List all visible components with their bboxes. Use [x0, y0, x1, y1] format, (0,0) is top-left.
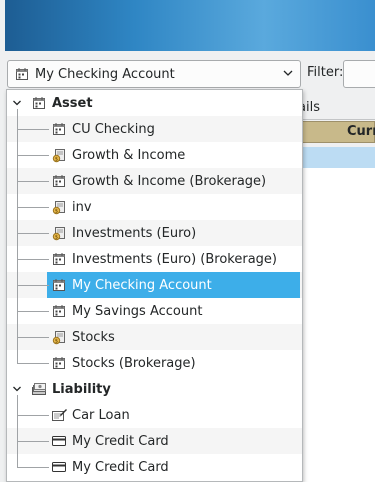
chevron-down-icon[interactable]	[12, 98, 22, 108]
svg-text:$: $	[55, 339, 58, 345]
tree-group-label: Liability	[52, 381, 111, 397]
tree-item[interactable]: My Checking Account	[7, 272, 302, 298]
tree-branch-line	[17, 129, 49, 130]
ledger-icon	[53, 253, 65, 265]
tree-item-label: Growth & Income (Brokerage)	[72, 173, 267, 189]
tree-item[interactable]: Stocks (Brokerage)	[7, 350, 302, 376]
tree-vertical-line	[17, 109, 18, 363]
tree-branch-line	[17, 415, 49, 416]
account-combobox-value: My Checking Account	[35, 66, 175, 82]
investment-icon: $	[52, 227, 65, 241]
tree-group-liability[interactable]: Liability	[7, 376, 302, 402]
chevron-down-icon[interactable]	[282, 67, 294, 79]
tree-item[interactable]: My Credit Card	[7, 428, 302, 454]
tree-item[interactable]: $ Growth & Income	[7, 142, 302, 168]
account-combobox[interactable]: My Checking Account	[7, 60, 301, 88]
tree-vertical-line	[17, 395, 18, 467]
tree-branch-line	[17, 285, 49, 286]
account-dropdown-popup: Asset CU Checking $ Growth & Income Growth &…	[6, 89, 303, 482]
filter-input[interactable]	[343, 60, 375, 88]
svg-text:$: $	[55, 209, 58, 215]
tree-item-label: Stocks	[72, 329, 115, 345]
svg-text:$: $	[55, 157, 58, 163]
tree-item-label: My Savings Account	[72, 303, 203, 319]
credit-card-icon	[52, 436, 66, 446]
ledger-icon	[53, 305, 65, 317]
tree-item[interactable]: $ Stocks	[7, 324, 302, 350]
tree-item-label: inv	[72, 199, 92, 215]
tree-branch-line	[17, 467, 49, 468]
tree-item-label: CU Checking	[72, 121, 155, 137]
ledger-icon	[53, 123, 65, 135]
tree-branch-line	[17, 181, 49, 182]
credit-card-icon	[52, 462, 66, 472]
tree-item-label: My Credit Card	[72, 433, 169, 449]
ledger-icon	[53, 357, 65, 369]
ledger-icon	[53, 175, 65, 187]
svg-text:$: $	[55, 235, 58, 241]
tree-item-label: My Checking Account	[72, 277, 212, 293]
tree-item-label: Car Loan	[72, 407, 130, 423]
tree-item[interactable]: Investments (Euro) (Brokerage)	[7, 246, 302, 272]
tree-branch-line	[17, 155, 49, 156]
ledger-icon	[16, 68, 28, 80]
tree-branch-line	[17, 441, 49, 442]
tree-group-label: Asset	[52, 95, 93, 111]
tree-item[interactable]: Growth & Income (Brokerage)	[7, 168, 302, 194]
cash-stack-icon	[32, 383, 46, 395]
investment-icon: $	[52, 149, 65, 163]
tree-group-asset[interactable]: Asset	[7, 90, 302, 116]
tree-item-label: Growth & Income	[72, 147, 186, 163]
tree-branch-line	[17, 363, 49, 364]
tree-item[interactable]: My Credit Card	[7, 454, 302, 480]
tree-branch-line	[17, 207, 49, 208]
tree-branch-line	[17, 259, 49, 260]
tree-branch-line	[17, 311, 49, 312]
header-banner	[5, 0, 375, 51]
tree-item[interactable]: My Savings Account	[7, 298, 302, 324]
tree-item[interactable]: $ inv	[7, 194, 302, 220]
tree-item[interactable]: Car Loan	[7, 402, 302, 428]
filter-label: Filter:	[307, 65, 344, 80]
tree-branch-line	[17, 233, 49, 234]
ledger-icon	[33, 97, 45, 109]
tree-branch-line	[17, 337, 49, 338]
chevron-down-icon[interactable]	[12, 384, 22, 394]
ledger-icon	[53, 279, 65, 291]
investment-icon: $	[52, 331, 65, 345]
tree-item-label: My Credit Card	[72, 459, 169, 475]
tree-item[interactable]: $ Investments (Euro)	[7, 220, 302, 246]
tree-item-label: Stocks (Brokerage)	[72, 355, 196, 371]
tree-item[interactable]: CU Checking	[7, 116, 302, 142]
investment-icon: $	[52, 201, 65, 215]
tree-item-label: Investments (Euro)	[72, 225, 197, 241]
loan-icon	[52, 409, 67, 421]
tree-item-label: Investments (Euro) (Brokerage)	[72, 251, 277, 267]
